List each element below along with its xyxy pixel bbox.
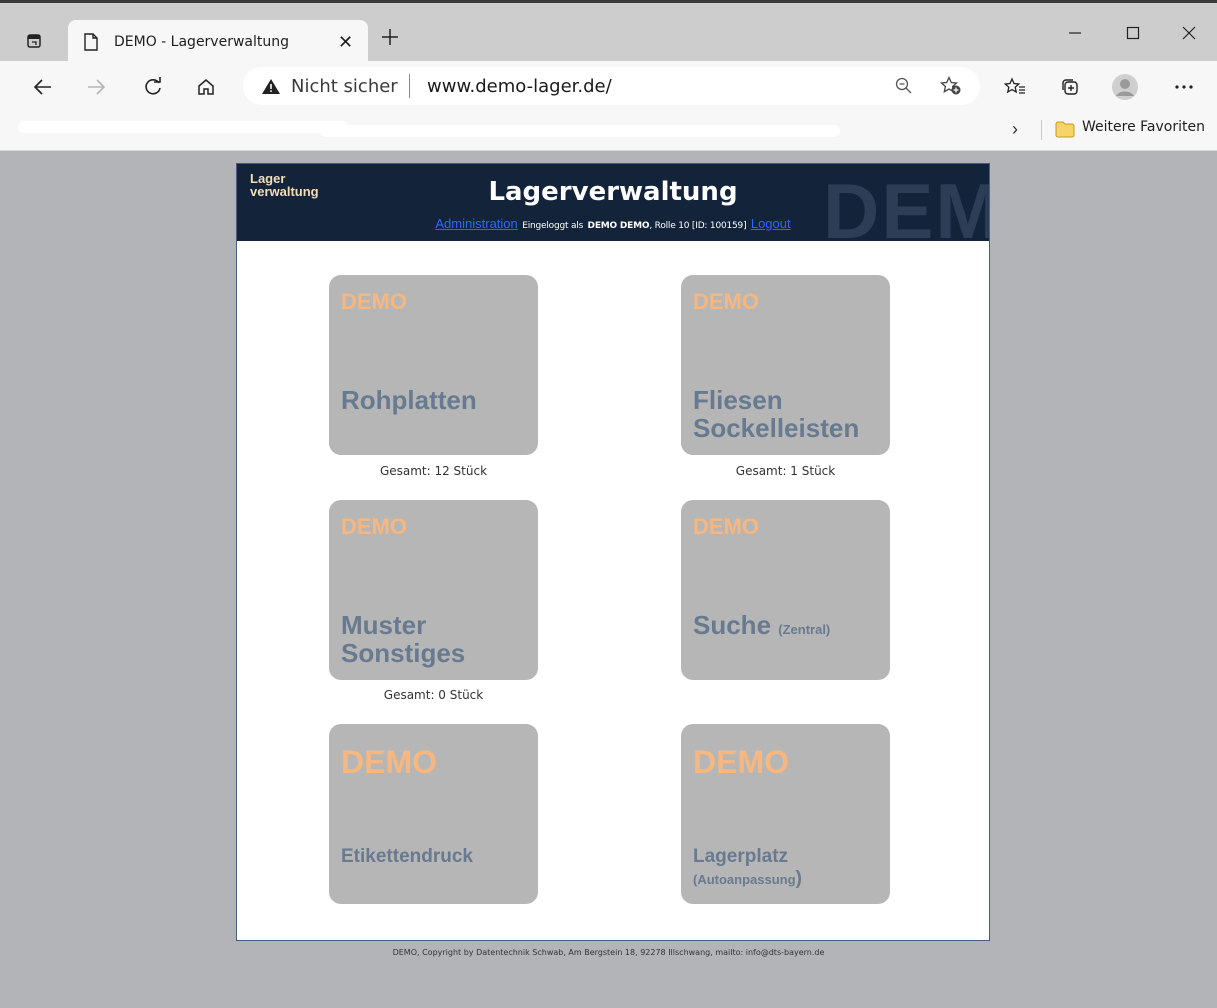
tab-actions-icon[interactable] — [27, 34, 41, 48]
tile-label-line-2: Sockelleisten — [693, 413, 860, 443]
page-title: Lagerverwaltung — [488, 177, 738, 207]
demo-badge: DEMO — [693, 514, 759, 539]
demo-badge: DEMO — [341, 289, 407, 314]
tile-fliesen-sockelleisten[interactable]: DEMO Fliesen Sockelleisten — [681, 275, 890, 455]
tile-etikettendruck[interactable]: DEMO Etikettendruck — [329, 724, 538, 904]
demo-badge: DEMO — [341, 514, 407, 539]
redacted-favorites — [18, 121, 348, 133]
login-suffix: , Rolle 10 [ID: 100159] — [649, 221, 747, 231]
tile-label-line-1: Lagerplatz — [693, 846, 789, 867]
favorites-bar: › Weitere Favoriten — [0, 111, 1217, 151]
minimize-icon[interactable] — [1055, 18, 1095, 48]
administration-link[interactable]: Administration — [435, 216, 517, 231]
tile-label-line-1: Muster — [341, 610, 427, 640]
back-icon[interactable] — [29, 73, 57, 101]
zoom-out-icon[interactable] — [895, 77, 913, 100]
demo-badge: DEMO — [693, 289, 759, 314]
tile-label: Lagerplatz (Autoanpassung) — [693, 846, 802, 891]
login-prefix: Eingeloggt als — [522, 221, 584, 231]
tile-label-line-2: Sonstiges — [341, 638, 466, 668]
demo-badge: DEMO — [693, 744, 789, 780]
tile-lagerplatz[interactable]: DEMO Lagerplatz (Autoanpassung) — [681, 724, 890, 904]
tile-label-text: Suche — [693, 610, 772, 640]
folder-icon[interactable] — [1055, 121, 1075, 143]
tile-rohplatten[interactable]: DEMO Rohplatten — [329, 275, 538, 455]
tab-bar: DEMO - Lagerverwaltung ✕ — [0, 6, 1217, 64]
url-text[interactable]: www.demo-lager.de/ — [427, 76, 612, 97]
address-separator — [409, 74, 410, 98]
not-secure-label[interactable]: Nicht sicher — [291, 76, 398, 97]
tile-label-note: (Autoanpassung — [693, 872, 796, 887]
tile-count: Gesamt: 12 Stück — [379, 464, 488, 478]
favorites-folder-label[interactable]: Weitere Favoriten — [1082, 119, 1205, 135]
refresh-icon[interactable] — [139, 73, 167, 101]
home-icon[interactable] — [192, 73, 220, 101]
tile-label: Fliesen Sockelleisten — [693, 386, 859, 442]
navigation-bar: Nicht sicher www.demo-lager.de/ — [0, 61, 1217, 111]
page-icon — [84, 33, 98, 56]
collections-icon[interactable] — [1056, 73, 1084, 101]
tile-label-note-close: ) — [795, 868, 802, 889]
more-icon[interactable] — [1170, 73, 1198, 101]
tab-title: DEMO - Lagerverwaltung — [114, 34, 290, 50]
close-window-icon[interactable] — [1169, 18, 1209, 48]
footer: DEMO, Copyright by Datentechnik Schwab, … — [392, 948, 825, 957]
demo-badge: DEMO — [341, 744, 437, 780]
tile-label: Suche (Zentral) — [693, 611, 830, 644]
login-info: Administration Eingeloggt als DEMO DEMO,… — [237, 215, 989, 233]
maximize-icon[interactable] — [1113, 18, 1153, 48]
tile-label-note: (Zentral) — [778, 622, 831, 637]
tile-count: Gesamt: 1 Stück — [735, 464, 836, 478]
browser-tab[interactable]: DEMO - Lagerverwaltung ✕ — [68, 20, 368, 64]
address-bar[interactable]: Nicht sicher www.demo-lager.de/ — [243, 67, 980, 105]
page-header: Lager verwaltung DEMO Lagerverwaltung Ad… — [237, 164, 989, 241]
tile-muster-sonstiges[interactable]: DEMO Muster Sonstiges — [329, 500, 538, 680]
forward-icon[interactable] — [82, 73, 110, 101]
close-icon[interactable]: ✕ — [338, 32, 353, 53]
tile-label: Muster Sonstiges — [341, 611, 465, 667]
user-name: DEMO DEMO — [587, 221, 650, 231]
warning-icon[interactable] — [261, 78, 281, 100]
logout-link[interactable]: Logout — [751, 216, 791, 231]
chevron-right-icon[interactable]: › — [1012, 119, 1018, 140]
redacted-favorites — [320, 125, 840, 137]
tile-count: Gesamt: 0 Stück — [383, 688, 484, 702]
profile-icon[interactable] — [1111, 73, 1139, 101]
tile-label: Etikettendruck — [341, 846, 473, 867]
favorites-divider — [1041, 120, 1042, 140]
tile-suche[interactable]: DEMO Suche (Zentral) — [681, 500, 890, 680]
tile-label: Rohplatten — [341, 385, 477, 415]
browser-chrome: DEMO - Lagerverwaltung ✕ Nicht sicher ww… — [0, 0, 1217, 151]
plus-icon[interactable] — [381, 28, 399, 51]
page-container: Lager verwaltung DEMO Lagerverwaltung Ad… — [236, 163, 990, 941]
favorites-icon[interactable] — [1001, 73, 1029, 101]
tile-label-line-1: Fliesen — [693, 385, 783, 415]
add-favorite-icon[interactable] — [939, 75, 962, 101]
